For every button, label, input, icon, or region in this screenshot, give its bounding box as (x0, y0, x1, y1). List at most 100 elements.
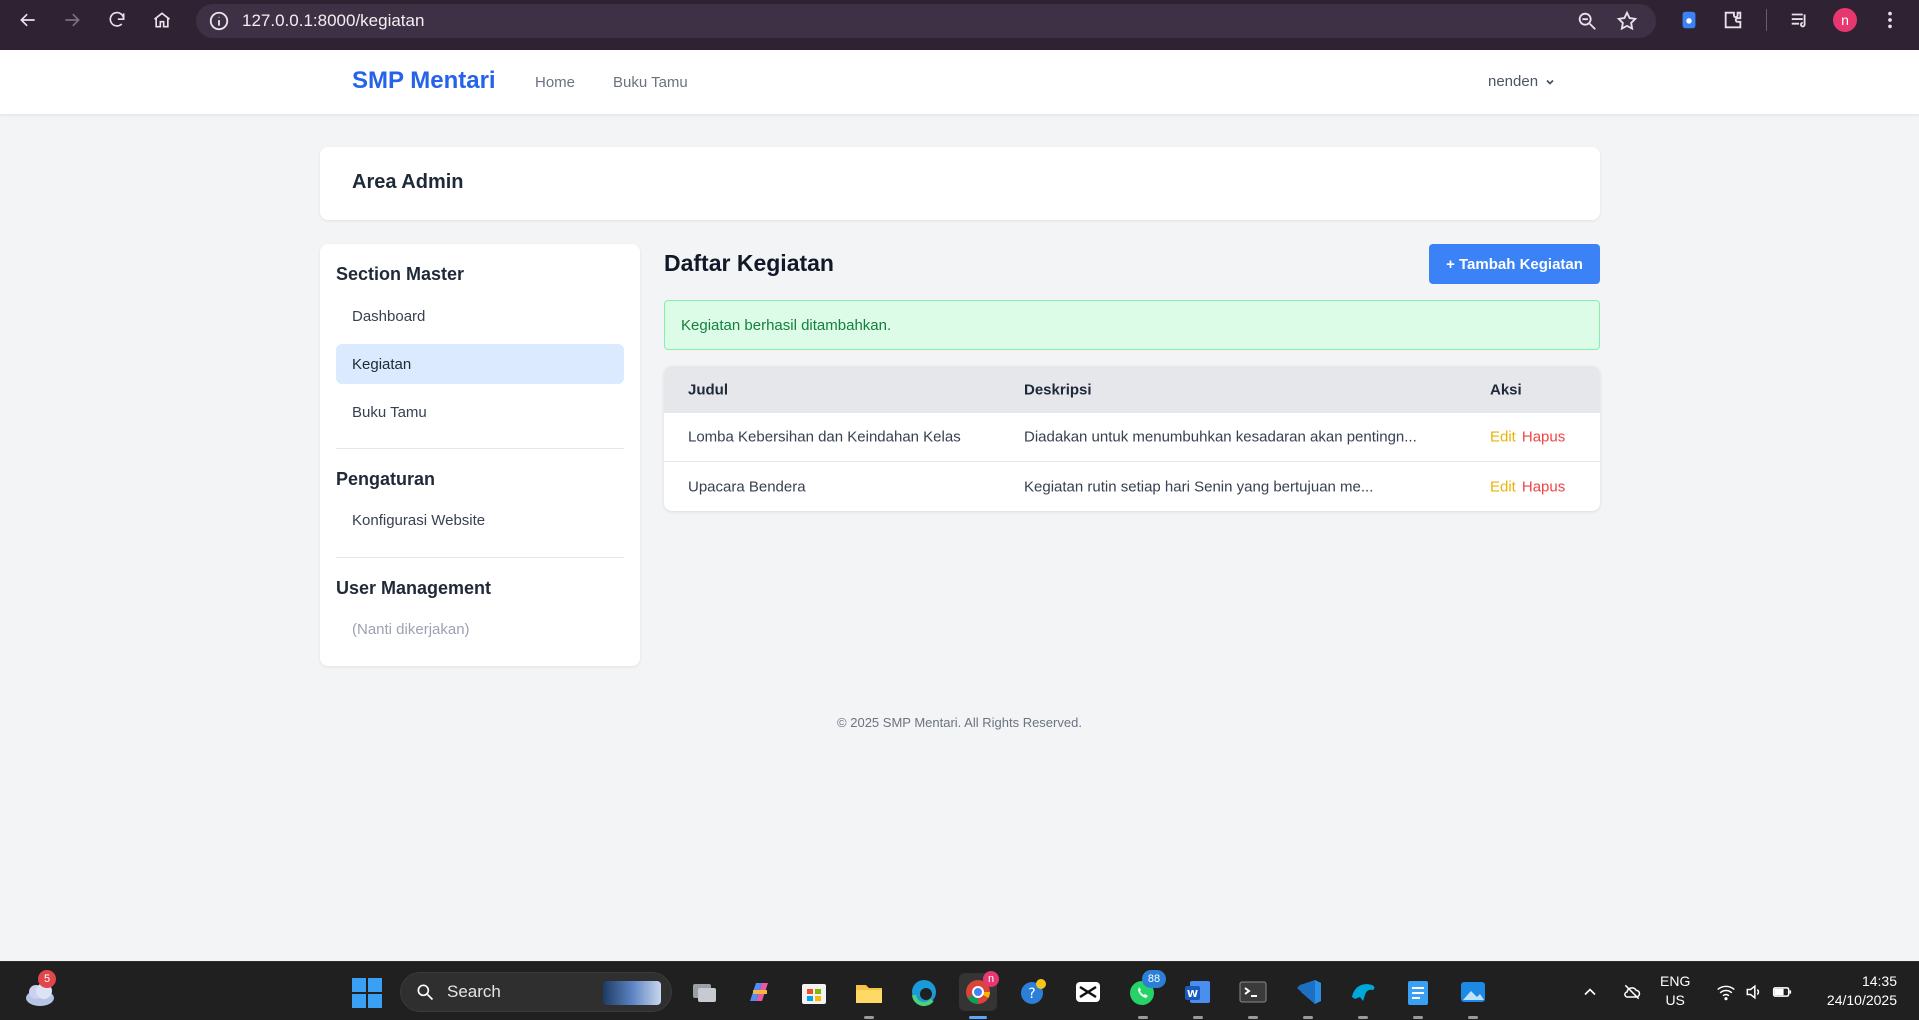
header-aksi: Aksi (1490, 381, 1522, 398)
delete-link[interactable]: Hapus (1522, 429, 1565, 446)
bookmark-star-icon[interactable] (1616, 10, 1638, 32)
site-brand[interactable]: SMP Mentari (352, 67, 496, 95)
whatsapp-badge: 88 (1142, 970, 1166, 988)
more-menu-icon[interactable] (1879, 9, 1901, 31)
taskbar: 5 Search n ? 88 W ENG US 14:35 24/10/202… (0, 961, 1919, 1020)
notepad-app[interactable] (1399, 973, 1437, 1019)
search-icon (417, 984, 434, 1001)
site-info-icon[interactable] (208, 10, 230, 32)
admin-header-card: Area Admin (320, 147, 1600, 220)
chrome-app[interactable]: n (959, 971, 999, 1019)
notepad-icon (1408, 981, 1428, 1005)
volume-icon (1746, 984, 1760, 999)
sidebar-divider (336, 557, 624, 558)
google-lens-icon[interactable] (1678, 9, 1700, 31)
file-explorer-app[interactable] (850, 973, 888, 1019)
windows-logo-pane (352, 994, 366, 1008)
extensions-icon[interactable] (1722, 9, 1744, 31)
running-indicator (1413, 1016, 1423, 1019)
nav-home[interactable]: Home (535, 74, 575, 91)
task-view-icon (693, 984, 716, 1002)
header-judul: Judul (688, 381, 728, 398)
language-indicator[interactable]: ENG US (1660, 972, 1690, 1010)
add-kegiatan-button[interactable]: + Tambah Kegiatan (1429, 244, 1600, 284)
weather-badge: 5 (38, 970, 56, 988)
taskbar-clock[interactable]: 14:35 24/10/2025 (1827, 972, 1897, 1010)
dolphin-icon (1352, 984, 1375, 1001)
media-control-icon[interactable] (1789, 9, 1811, 31)
chevron-down-icon (1546, 79, 1554, 85)
vscode-icon (1297, 980, 1321, 1004)
toolbar-divider (1766, 9, 1767, 31)
site-navbar: SMP Mentari Home Buku Tamu nenden (0, 50, 1919, 115)
photos-app[interactable] (1454, 973, 1492, 1019)
folder-icon (856, 985, 882, 1003)
cell-judul: Upacara Bendera (688, 478, 806, 495)
arrow-right-icon (65, 13, 80, 27)
chrome-profile-badge: n (983, 971, 999, 987)
get-help-app[interactable]: ? (1014, 973, 1052, 1011)
table-row: Upacara Bendera Kegiatan rutin setiap ha… (664, 462, 1600, 511)
windows-logo-pane (368, 978, 382, 992)
wifi-icon (1717, 985, 1735, 1000)
copilot-icon (750, 983, 768, 1001)
quick-settings[interactable] (1716, 962, 1792, 1020)
table-row: Lomba Kebersihan dan Keindahan Kelas Dia… (664, 413, 1600, 462)
main-title: Daftar Kegiatan (664, 250, 834, 276)
capcut-app[interactable] (1069, 973, 1107, 1011)
address-bar[interactable]: 127.0.0.1:8000/kegiatan (196, 4, 1656, 38)
store-icon (802, 984, 826, 1004)
system-tray (1580, 962, 1642, 1020)
url-text[interactable]: 127.0.0.1:8000/kegiatan (242, 11, 424, 31)
zoom-icon[interactable] (1576, 10, 1598, 32)
sidebar-item-dashboard[interactable]: Dashboard (336, 296, 624, 336)
photos-icon (1461, 982, 1485, 1002)
running-indicator (1303, 1016, 1313, 1019)
edit-link[interactable]: Edit (1490, 429, 1516, 446)
svg-text:?: ? (1028, 986, 1035, 1002)
user-menu[interactable]: nenden (1488, 73, 1556, 90)
running-indicator (969, 1016, 987, 1019)
running-indicator (864, 1016, 874, 1019)
terminal-icon (1239, 981, 1267, 1003)
sidebar-section-user-management: User Management (336, 578, 492, 598)
edge-app[interactable] (905, 973, 943, 1011)
sidebar-item-buku-tamu[interactable]: Buku Tamu (336, 392, 624, 432)
nav-buku-tamu[interactable]: Buku Tamu (613, 74, 688, 91)
delete-link[interactable]: Hapus (1522, 478, 1565, 495)
cell-deskripsi: Kegiatan rutin setiap hari Senin yang be… (1024, 478, 1374, 495)
running-indicator (1193, 1016, 1203, 1019)
terminal-app[interactable] (1234, 973, 1272, 1019)
success-alert: Kegiatan berhasil ditambahkan. (664, 300, 1600, 350)
vscode-app[interactable] (1289, 973, 1327, 1019)
running-indicator (1358, 1016, 1368, 1019)
search-label: Search (447, 982, 501, 1001)
reload-icon (109, 11, 125, 27)
help-icon: ? (1021, 979, 1046, 1004)
cloud-offline-icon[interactable] (1622, 982, 1642, 1002)
store-app[interactable] (795, 973, 833, 1011)
forward-button[interactable] (50, 0, 94, 40)
edit-link[interactable]: Edit (1490, 478, 1516, 495)
task-view-app[interactable] (686, 973, 724, 1011)
battery-icon (1772, 986, 1792, 997)
sidebar-section-master: Section Master (336, 264, 465, 284)
capcut-icon (1076, 982, 1100, 1002)
search-highlight-image (603, 981, 661, 1005)
reload-button[interactable] (95, 0, 139, 40)
database-app[interactable] (1344, 973, 1382, 1019)
footer-copyright: © 2025 SMP Mentari. All Rights Reserved. (837, 715, 1082, 730)
whatsapp-app[interactable]: 88 (1124, 970, 1166, 1019)
chevron-up-icon[interactable] (1580, 982, 1600, 1002)
sidebar-item-kegiatan[interactable]: Kegiatan (336, 344, 624, 384)
back-button[interactable] (6, 0, 50, 40)
taskbar-search[interactable]: Search (400, 972, 672, 1012)
word-app[interactable]: W (1179, 973, 1217, 1019)
profile-avatar[interactable]: n (1833, 8, 1857, 32)
start-button[interactable] (352, 978, 382, 1008)
cell-deskripsi: Diadakan untuk menumbuhkan kesadaran aka… (1024, 428, 1417, 446)
home-button[interactable] (140, 0, 184, 40)
weather-widget[interactable]: 5 (22, 970, 58, 1010)
copilot-app[interactable] (740, 973, 778, 1011)
sidebar-item-konfigurasi[interactable]: Konfigurasi Website (336, 500, 624, 540)
